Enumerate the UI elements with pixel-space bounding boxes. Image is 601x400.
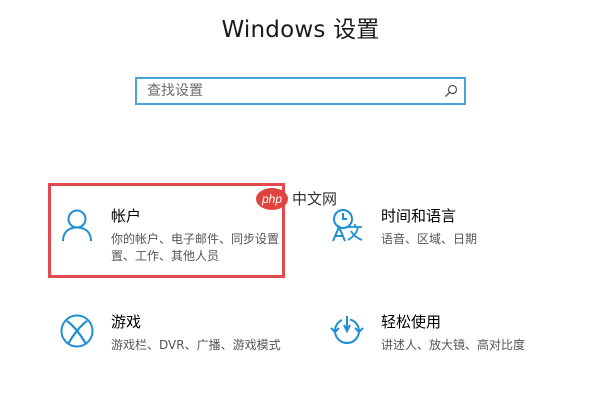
tile-name: 游戏 (111, 313, 142, 331)
page-title: Windows 设置 (221, 17, 380, 43)
ease-of-access-icon (330, 316, 364, 344)
tile-name: 帐户 (111, 207, 142, 225)
tile-description: 语音、区域、日期 (381, 231, 556, 248)
tile-description: 讲述人、放大镜、高对比度 (381, 337, 556, 354)
search-box[interactable] (135, 77, 466, 105)
php-cn-watermark-logo: php 中文网 (256, 188, 337, 210)
watermark-php: php (261, 192, 282, 206)
tile-name: 时间和语言 (381, 207, 457, 225)
person-icon (62, 209, 92, 242)
tile-accounts[interactable]: 帐户 你的帐户、电子邮件、同步设置 置、工作、其他人员 (53, 203, 283, 283)
tile-description-line: 语音、区域、日期 (381, 232, 478, 246)
search-input[interactable] (137, 79, 432, 103)
search-icon[interactable] (444, 84, 458, 98)
tile-name: 轻松使用 (381, 313, 442, 331)
xbox-icon (60, 314, 94, 348)
watermark-cn: 中文网 (292, 190, 337, 208)
tile-description: 游戏栏、DVR、广播、游戏模式 (111, 337, 286, 354)
tile-ease-of-access[interactable]: 轻松使用 讲述人、放大镜、高对比度 (323, 309, 553, 389)
tile-description-line: 你的帐户、电子邮件、同步设置 (111, 232, 280, 246)
tile-description-line: 讲述人、放大镜、高对比度 (381, 338, 526, 352)
tile-time-language[interactable]: 时间和语言 语音、区域、日期 (323, 203, 553, 283)
tile-gaming[interactable]: 游戏 游戏栏、DVR、广播、游戏模式 (53, 309, 283, 389)
tile-description: 你的帐户、电子邮件、同步设置 置、工作、其他人员 (111, 231, 286, 265)
tile-description-line: 游戏栏、DVR、广播、游戏模式 (111, 338, 281, 352)
tile-description-line: 置、工作、其他人员 (111, 249, 220, 263)
